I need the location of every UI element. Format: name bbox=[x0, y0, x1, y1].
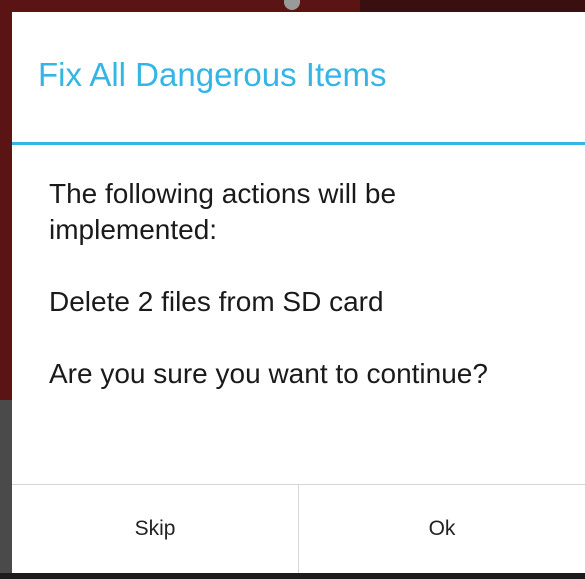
dialog-message: The following actions will be implemente… bbox=[49, 176, 569, 392]
confirm-dialog: Fix All Dangerous Items The following ac… bbox=[12, 12, 585, 573]
ok-button[interactable]: Ok bbox=[299, 485, 585, 573]
title-divider bbox=[12, 142, 585, 145]
background-left-lower-strip bbox=[0, 400, 12, 579]
message-actions-intro: The following actions will be implemente… bbox=[49, 178, 397, 245]
dialog-title: Fix All Dangerous Items bbox=[38, 56, 387, 93]
background-top-right-strip bbox=[360, 0, 585, 12]
button-bar: Skip Ok bbox=[12, 485, 585, 573]
message-confirm-question: Are you sure you want to continue? bbox=[49, 358, 488, 389]
skip-button[interactable]: Skip bbox=[12, 485, 298, 573]
background-bottom-strip bbox=[0, 573, 585, 579]
message-action-item: Delete 2 files from SD card bbox=[49, 286, 384, 317]
background-left-strip bbox=[0, 0, 12, 400]
